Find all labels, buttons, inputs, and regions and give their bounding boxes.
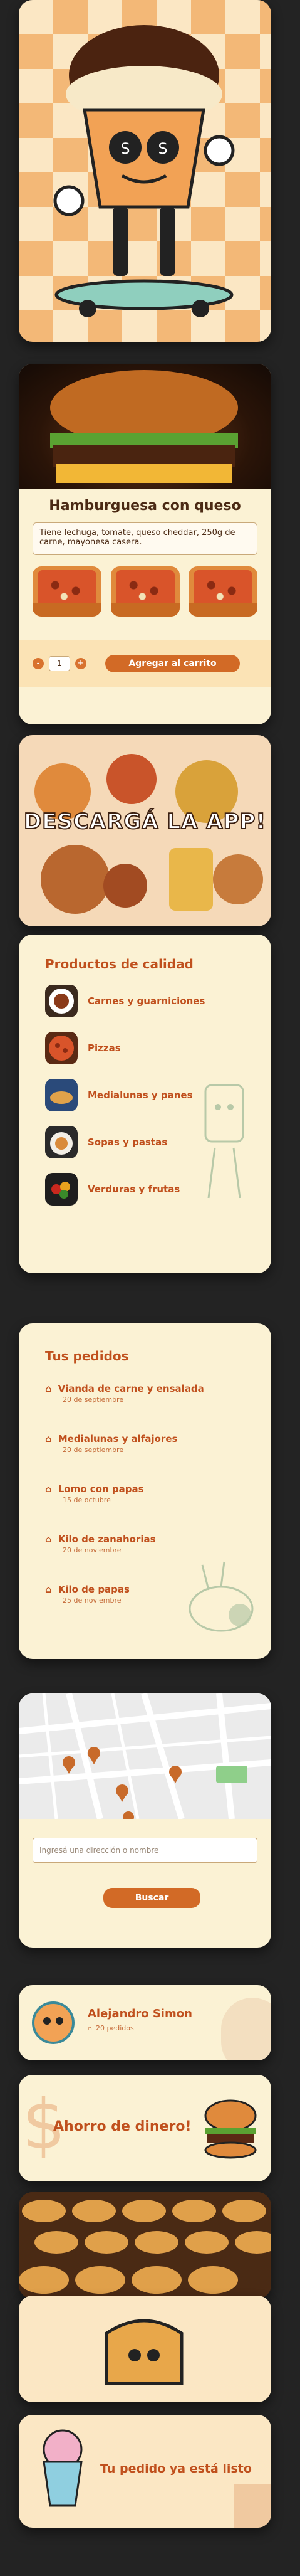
order-name: Kilo de papas	[58, 1584, 130, 1595]
order-item[interactable]: ⌂ Kilo de zanahorias 20 de noviembre	[45, 1534, 156, 1554]
address-search-input[interactable]: Ingresá una dirección o nombre	[33, 1838, 257, 1863]
home-icon: ⌂	[45, 1383, 52, 1394]
burger-mascot	[204, 2099, 257, 2159]
home-icon: ⌂	[45, 1584, 52, 1595]
category-item[interactable]: Medialunas y panes	[45, 1079, 193, 1111]
category-image	[45, 1173, 78, 1206]
svg-text:S: S	[158, 140, 167, 157]
quantity-field[interactable]: 1	[49, 655, 70, 671]
svg-text:S: S	[120, 140, 130, 157]
category-item[interactable]: Pizzas	[45, 1032, 121, 1064]
order-item[interactable]: ⌂ Medialunas y alfajores 20 de septiembre	[45, 1433, 177, 1454]
sandwich-card	[19, 2296, 271, 2402]
category-image	[45, 1126, 78, 1158]
order-name: Medialunas y alfajores	[58, 1433, 178, 1444]
category-item[interactable]: Sopas y pastas	[45, 1126, 167, 1158]
orders-title: Tus pedidos	[45, 1349, 129, 1364]
thumbnail-3[interactable]	[189, 566, 257, 617]
add-to-cart-button[interactable]: Agregar al carrito	[105, 654, 240, 672]
map-view[interactable]	[19, 1693, 271, 1819]
product-thumbnails	[33, 566, 257, 617]
home-icon: ⌂	[45, 1483, 52, 1495]
category-label: Pizzas	[88, 1042, 121, 1054]
cart-row: - 1 + Agregar al carrito	[19, 640, 271, 687]
order-date: 25 de noviembre	[63, 1596, 122, 1604]
avatar[interactable]	[31, 2001, 75, 2045]
hero-illustration-card: S S	[19, 0, 271, 342]
order-date: 20 de noviembre	[63, 1546, 122, 1554]
savings-card: $ Ahorro de dinero!	[19, 2075, 271, 2181]
order-date: 20 de septiembre	[63, 1446, 124, 1454]
vegetable-doodle	[189, 1561, 254, 1632]
home-icon: ⌂	[88, 2024, 92, 2032]
order-item[interactable]: ⌂ Kilo de papas 25 de noviembre	[45, 1584, 130, 1604]
category-item[interactable]: Carnes y guarniciones	[45, 985, 205, 1017]
order-date: 20 de septiembre	[63, 1396, 124, 1404]
bread-photo	[19, 2192, 271, 2299]
decrement-button[interactable]: -	[33, 657, 44, 669]
category-label: Carnes y guarniciones	[88, 995, 205, 1007]
order-name: Kilo de zanahorias	[58, 1534, 156, 1545]
thumbnail-1[interactable]	[33, 566, 101, 617]
product-detail-card: Hamburguesa con queso Tiene lechuga, tom…	[19, 364, 271, 724]
profile-orders: 20 pedidos	[95, 2024, 134, 2032]
product-title: Hamburguesa con queso	[49, 498, 241, 514]
orders-card: Tus pedidos ⌂ Vianda de carne y ensalada …	[19, 1323, 271, 1659]
category-label: Medialunas y panes	[88, 1089, 193, 1101]
mascot-doodle	[204, 1084, 244, 1199]
banner-title: DESCARGÁ LA APP!	[23, 808, 266, 835]
category-image	[45, 1032, 78, 1064]
order-name: Lomo con papas	[58, 1483, 144, 1495]
order-item[interactable]: ⌂ Lomo con papas 15 de octubre	[45, 1483, 144, 1504]
burger-photo	[19, 364, 271, 489]
order-date: 15 de octubre	[63, 1496, 111, 1504]
glove-right	[204, 135, 235, 166]
profile-card: Alejandro Simon ⌂ 20 pedidos	[19, 1985, 271, 2060]
products-card: Productos de calidad Carnes y guarnicion…	[19, 935, 271, 1273]
home-icon: ⌂	[45, 1534, 52, 1545]
category-item[interactable]: Verduras y frutas	[45, 1173, 180, 1206]
category-image	[45, 1079, 78, 1111]
quantity-stepper: - 1 +	[33, 655, 86, 671]
cup-body	[83, 108, 205, 209]
money-icon	[216, 1766, 247, 1783]
category-image	[45, 985, 78, 1017]
products-title: Productos de calidad	[45, 957, 194, 972]
category-label: Verduras y frutas	[88, 1184, 180, 1195]
increment-button[interactable]: +	[75, 657, 86, 669]
mascot-illustration: S S	[53, 25, 235, 317]
search-button[interactable]: Buscar	[103, 1888, 200, 1908]
map-card: Ingresá una dirección o nombre Buscar	[19, 1693, 271, 1948]
category-label: Sopas y pastas	[88, 1137, 168, 1148]
glove-left	[53, 185, 85, 216]
bread-photo-card	[19, 2192, 271, 2299]
order-ready-card: Tu pedido ya está listo	[19, 2415, 271, 2528]
sandwich-mascot	[105, 2319, 184, 2385]
order-name: Vianda de carne y ensalada	[58, 1383, 204, 1394]
decor-shape	[221, 1998, 271, 2060]
profile-name: Alejandro Simon	[88, 2007, 192, 2020]
savings-title: Ahorro de dinero!	[53, 2119, 192, 2134]
ready-title: Tu pedido ya está listo	[100, 2462, 252, 2476]
order-item[interactable]: ⌂ Vianda de carne y ensalada 20 de septie…	[45, 1383, 204, 1404]
home-icon: ⌂	[45, 1433, 52, 1444]
icecream-mascot	[43, 2429, 83, 2507]
product-description-field[interactable]: Tiene lechuga, tomate, queso cheddar, 25…	[33, 522, 257, 555]
thumbnail-2[interactable]	[110, 566, 180, 617]
decor-shape	[234, 2484, 271, 2528]
download-app-banner[interactable]: DESCARGÁ LA APP!	[19, 735, 271, 926]
